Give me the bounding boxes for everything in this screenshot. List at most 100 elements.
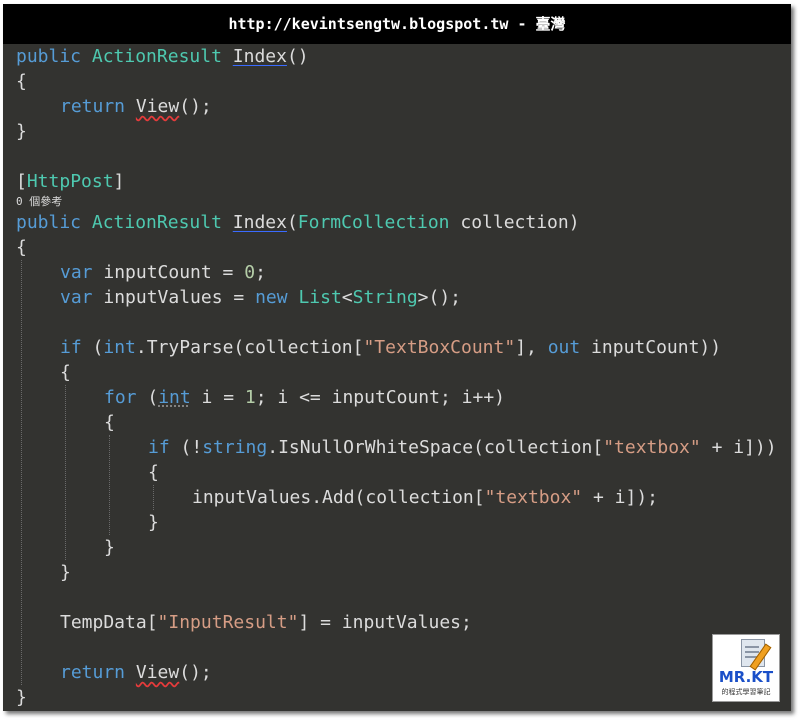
code-token: (); <box>179 96 212 117</box>
code-token: FormCollection <box>297 212 450 233</box>
code-token: } <box>148 512 159 533</box>
code-token: Index <box>232 46 287 67</box>
code-token: { <box>16 237 27 258</box>
logo-subtitle: 的程式學習筆記 <box>721 688 771 696</box>
code-token: return <box>60 96 126 117</box>
code-token: out <box>547 337 581 358</box>
mrkt-logo: MR.KT 的程式學習筆記 <box>712 634 780 702</box>
code-token: if <box>60 337 82 358</box>
code-token: [ <box>16 171 27 192</box>
code-token: inputValues = <box>92 287 256 308</box>
code-line: } <box>16 510 791 535</box>
code-line: var inputCount = 0; <box>16 260 791 285</box>
code-token: (! <box>169 437 203 458</box>
code-token: (); <box>179 662 212 683</box>
code-line: var inputValues = new List<String>(); <box>16 285 791 310</box>
code-editor: public ActionResult Index(){return View(… <box>16 44 791 710</box>
code-token: ; <box>255 262 266 283</box>
code-token: if <box>148 437 170 458</box>
code-token: } <box>104 537 115 558</box>
code-token: inputCount = <box>92 262 245 283</box>
code-token: TempData[ <box>60 612 158 633</box>
code-line: { <box>16 410 791 435</box>
code-token: inputCount)) <box>580 337 722 358</box>
code-line: return View(); <box>16 94 791 119</box>
code-line: [HttpPost] <box>16 169 791 194</box>
code-token: "textbox" <box>603 437 701 458</box>
code-token: ] = inputValues; <box>298 612 472 633</box>
indent-guide-line <box>65 385 66 560</box>
code-token: Index <box>232 212 287 233</box>
code-screenshot-frame: http://kevintsengtw.blogspot.tw - 臺灣 pub… <box>3 4 791 711</box>
code-token: ActionResult <box>91 212 222 233</box>
code-line: return View(); <box>16 660 791 685</box>
code-token: { <box>148 462 159 483</box>
code-line: } <box>16 119 791 144</box>
watermark-title: http://kevintsengtw.blogspot.tw - 臺灣 <box>3 4 791 44</box>
code-token: >(); <box>417 287 462 308</box>
code-token: var <box>60 262 93 283</box>
code-token: { <box>60 362 71 383</box>
code-token: i = <box>190 387 245 408</box>
code-token: 1 <box>244 387 256 408</box>
code-token: "InputResult" <box>157 612 299 633</box>
code-line: { <box>16 360 791 385</box>
code-token: + i])) <box>700 437 777 458</box>
code-token: "TextBoxCount" <box>363 337 516 358</box>
code-token: String <box>352 287 418 308</box>
code-token: inputValues.Add(collection[ <box>192 487 485 508</box>
code-token: ] <box>113 171 125 192</box>
code-line: public ActionResult Index(FormCollection… <box>16 210 791 235</box>
code-token: { <box>104 412 115 433</box>
code-line: if (int.TryParse(collection["TextBoxCoun… <box>16 335 791 360</box>
code-token: + i]); <box>582 487 659 508</box>
indent-guide-line <box>21 260 22 685</box>
code-token: var <box>60 287 93 308</box>
code-token: public <box>16 212 82 233</box>
code-token: "textbox" <box>484 487 583 508</box>
code-token: 0 <box>244 262 256 283</box>
codelens-reference-count: 0 個參考 <box>16 194 791 210</box>
logo-brand: MR.KT <box>718 668 774 686</box>
code-token: ], <box>515 337 548 358</box>
code-token: 0 個參考 <box>16 195 63 208</box>
code-token: int <box>158 387 191 408</box>
code-token: } <box>16 121 27 142</box>
code-line: for (int i = 1; i <= inputCount; i++) <box>16 385 791 410</box>
code-token: ( <box>136 387 159 408</box>
code-line: TempData["InputResult"] = inputValues; <box>16 610 791 635</box>
code-line: { <box>16 235 791 260</box>
indent-guide-line <box>109 435 110 535</box>
code-line: { <box>16 460 791 485</box>
code-line: { <box>16 69 791 94</box>
code-token: .TryParse(collection[ <box>135 337 364 358</box>
code-token: string <box>202 437 268 458</box>
code-token: } <box>60 562 71 583</box>
code-token: } <box>16 687 27 708</box>
code-token: collection) <box>449 212 580 233</box>
code-line: inputValues.Add(collection["textbox" + i… <box>16 485 791 510</box>
code-line: } <box>16 685 791 710</box>
code-line: public ActionResult Index() <box>16 44 791 69</box>
code-token: ( <box>286 212 298 233</box>
code-token: int <box>103 337 136 358</box>
code-token: < <box>341 287 353 308</box>
code-token: public <box>16 46 82 67</box>
code-token: for <box>104 387 137 408</box>
code-token: List <box>298 287 342 308</box>
code-token: HttpPost <box>26 171 114 192</box>
code-token: new <box>255 287 288 308</box>
code-line: } <box>16 560 791 585</box>
code-token: ActionResult <box>91 46 222 67</box>
code-token: return <box>60 662 126 683</box>
code-token: View <box>135 96 180 117</box>
